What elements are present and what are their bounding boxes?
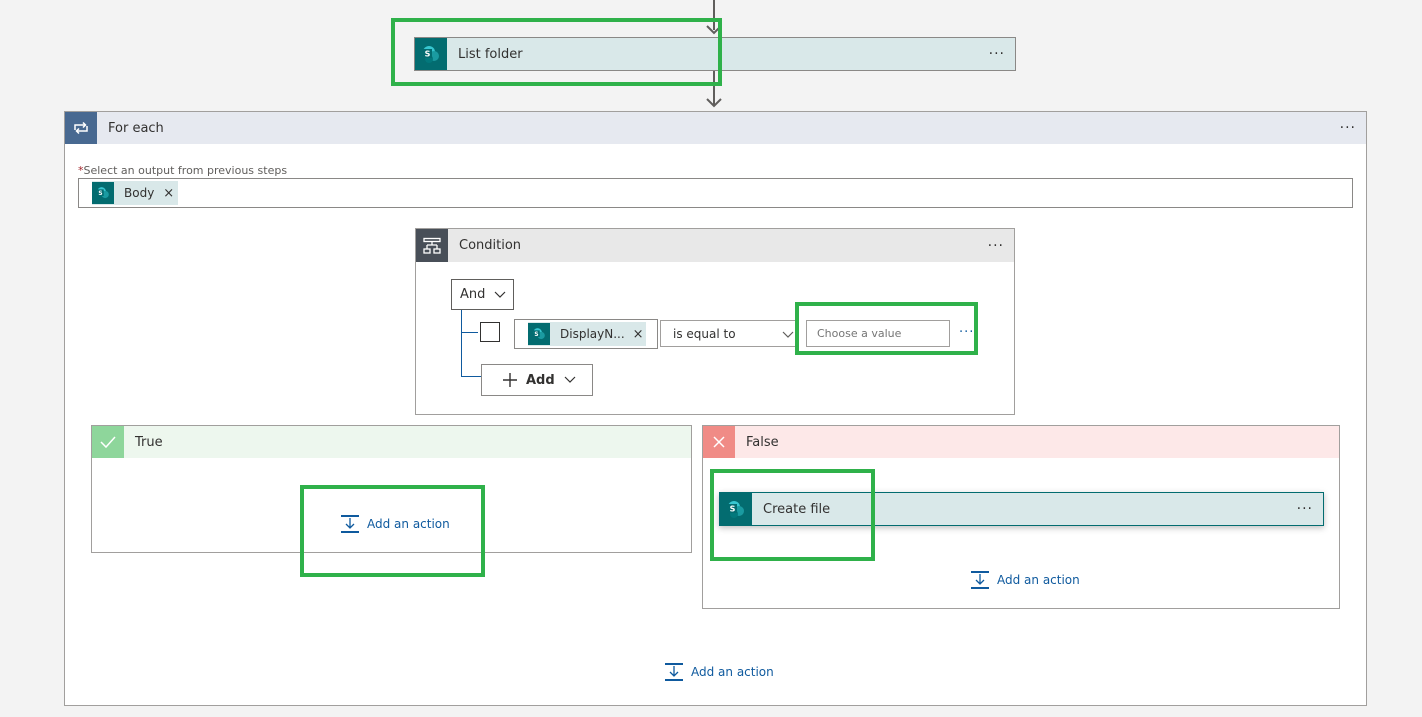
add-action-icon [665, 663, 683, 681]
svg-text:S: S [98, 191, 102, 197]
displayname-token-label: DisplayN... [560, 327, 625, 341]
add-action-icon [971, 571, 989, 589]
body-token-remove-icon[interactable]: × [163, 186, 174, 201]
true-branch-header[interactable]: True [92, 426, 691, 458]
highlight-list-folder [391, 18, 722, 86]
condition-title: Condition [459, 238, 522, 253]
false-branch-title: False [746, 434, 779, 450]
add-condition-label: Add [526, 372, 555, 388]
list-folder-more-icon[interactable]: ··· [989, 46, 1005, 62]
for-each-field-label: *Select an output from previous steps [78, 164, 287, 177]
chevron-down-icon [564, 376, 576, 383]
for-each-more-icon[interactable]: ··· [1340, 120, 1356, 136]
check-icon [92, 426, 124, 458]
create-file-more-icon[interactable]: ··· [1297, 501, 1313, 517]
chevron-down-icon [494, 291, 506, 298]
svg-text:S: S [534, 332, 538, 338]
false-branch-header[interactable]: False [703, 426, 1339, 458]
condition-header[interactable]: Condition [416, 229, 1014, 262]
tree-line-add [461, 376, 481, 377]
add-condition-button[interactable]: Add [481, 364, 593, 396]
left-operand-input[interactable]: S DisplayN... × [514, 319, 658, 349]
for-each-add-action-button[interactable]: Add an action [664, 662, 774, 682]
for-each-output-input[interactable]: S Body × [78, 178, 1353, 208]
condition-icon [416, 229, 448, 262]
condition-more-icon[interactable]: ··· [988, 238, 1004, 254]
row-checkbox[interactable] [480, 322, 500, 342]
sharepoint-icon: S [528, 323, 550, 345]
for-each-title: For each [108, 120, 164, 136]
displayname-token[interactable]: S DisplayN... × [528, 322, 646, 346]
tree-line-vertical [461, 310, 462, 376]
close-icon [703, 426, 735, 458]
operator-dropdown[interactable]: is equal to [660, 320, 797, 347]
false-add-action-button[interactable]: Add an action [970, 570, 1080, 590]
group-operator-value: And [460, 287, 486, 302]
chevron-down-icon [782, 331, 794, 338]
false-add-action-label: Add an action [997, 573, 1080, 587]
sharepoint-icon: S [92, 182, 114, 204]
operator-value: is equal to [673, 326, 736, 341]
connector-middle-arrowhead-icon [706, 98, 722, 108]
body-token[interactable]: S Body × [92, 181, 178, 205]
group-operator-dropdown[interactable]: And [451, 279, 514, 310]
plus-icon [503, 373, 517, 387]
highlight-value-input [795, 302, 978, 355]
highlight-true-add-action [300, 485, 485, 577]
displayname-token-remove-icon[interactable]: × [633, 327, 644, 342]
for-each-add-action-label: Add an action [691, 665, 774, 679]
for-each-header[interactable]: For each [65, 112, 1366, 144]
loop-icon [65, 112, 97, 144]
tree-line-row [461, 332, 478, 333]
body-token-label: Body [124, 186, 155, 200]
field-label-text: Select an output from previous steps [83, 164, 288, 177]
highlight-create-file [710, 469, 875, 561]
true-branch-title: True [135, 434, 163, 450]
